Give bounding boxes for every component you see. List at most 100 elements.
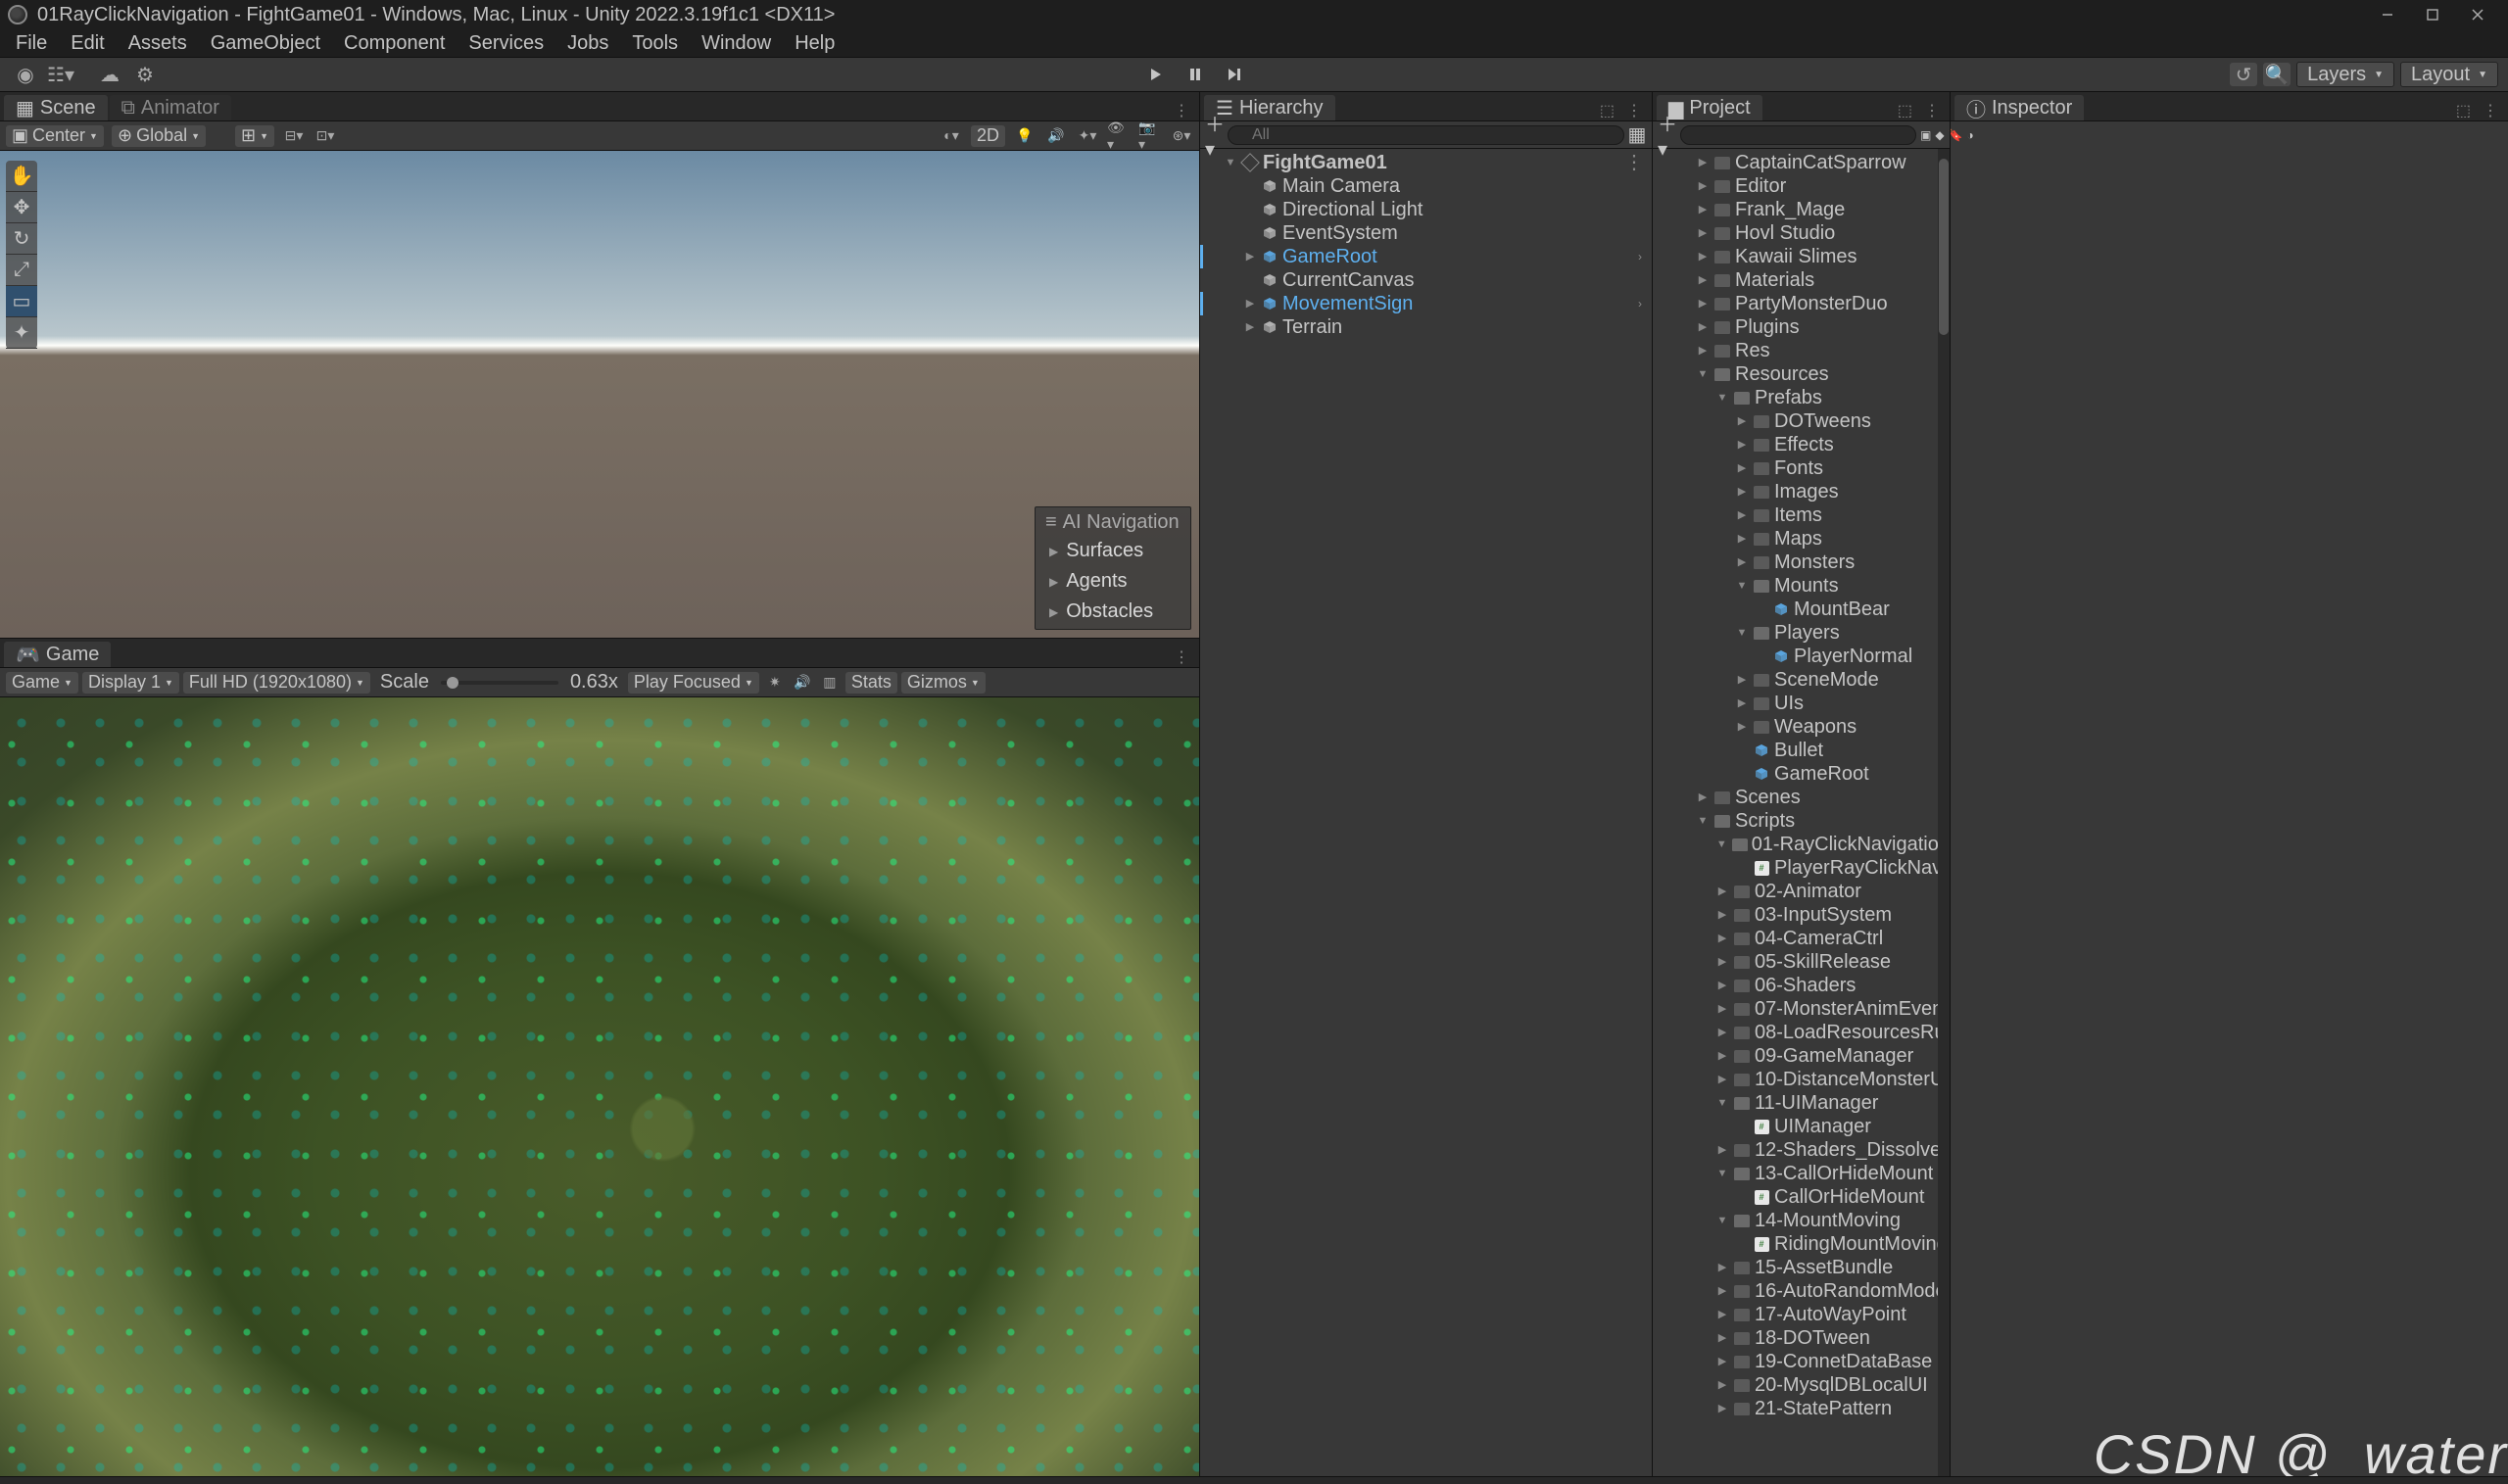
drag-handle-icon[interactable]: ≡ [1045, 511, 1057, 534]
game-viewport[interactable] [0, 697, 1199, 1476]
settings-gear-icon[interactable]: ⚙ [133, 63, 157, 86]
project-item[interactable]: ▶16-AutoRandomMode [1653, 1279, 1950, 1303]
tab-scene[interactable]: ▦Scene [4, 95, 108, 120]
menu-edit[interactable]: Edit [59, 30, 116, 57]
hidden-toggle-icon[interactable]: 👁▾ [1107, 125, 1131, 147]
tool-handle-global[interactable]: ⊕Global▼ [112, 125, 206, 147]
project-item[interactable]: ▶08-LoadResourcesRu [1653, 1021, 1950, 1044]
menu-file[interactable]: File [4, 30, 59, 57]
tab-animator[interactable]: ⧉Animator [110, 95, 231, 120]
caret-icon[interactable]: ▶ [1049, 575, 1058, 589]
transform-tool-icon[interactable]: ✦ [6, 317, 37, 349]
project-item[interactable]: ▶12-Shaders_Dissolve [1653, 1138, 1950, 1162]
aspect-icon[interactable]: ▥ [818, 672, 842, 694]
fx-toggle-icon[interactable]: ✦▾ [1076, 125, 1099, 147]
snap-increment-icon[interactable]: ⊡▾ [314, 125, 337, 147]
project-item[interactable]: ▶Weapons [1653, 715, 1950, 739]
project-item[interactable]: ▼Mounts [1653, 574, 1950, 598]
scene-viewport[interactable]: ✋ ✥ ↻ ⤢ ▭ ✦ ≡AI Navigation ▶Surfaces ▶Ag… [0, 151, 1199, 639]
rect-tool-icon[interactable]: ▭ [6, 286, 37, 317]
2d-toggle[interactable]: 2D [971, 125, 1005, 147]
project-item[interactable]: ▶09-GameManager [1653, 1044, 1950, 1068]
display-dropdown[interactable]: Display 1▼ [82, 672, 179, 694]
hierarchy-search-input[interactable] [1228, 125, 1624, 145]
menu-tools[interactable]: Tools [620, 30, 690, 57]
project-item[interactable]: ▶18-DOTween [1653, 1326, 1950, 1350]
project-item[interactable]: ▶17-AutoWayPoint [1653, 1303, 1950, 1326]
project-item[interactable]: ▶Kawaii Slimes [1653, 245, 1950, 268]
project-item[interactable]: ▶05-SkillRelease [1653, 950, 1950, 974]
project-item[interactable]: ▶Items [1653, 503, 1950, 527]
project-item[interactable]: ▶02-Animator [1653, 880, 1950, 903]
rotate-tool-icon[interactable]: ↻ [6, 223, 37, 255]
tab-game[interactable]: 🎮Game [4, 642, 111, 667]
scene-root[interactable]: ▼FightGame01⋮ [1200, 151, 1652, 174]
project-item[interactable]: ▶Plugins [1653, 315, 1950, 339]
cloud-icon[interactable]: ☁ [98, 63, 121, 86]
layers-dropdown[interactable]: Layers▼ [2296, 62, 2394, 87]
grid-snap-dropdown[interactable]: ⊞▼ [235, 125, 274, 147]
hierarchy-item[interactable]: EventSystem [1200, 221, 1652, 245]
project-tree[interactable]: ▶CaptainCatSparrow▶Editor▶Frank_Mage▶Hov… [1653, 149, 1950, 1476]
play-button[interactable] [1144, 63, 1168, 86]
camera-toggle-icon[interactable]: 📷▾ [1138, 125, 1162, 147]
project-item[interactable]: ▶Monsters [1653, 551, 1950, 574]
draw-mode-icon[interactable]: ◐▾ [940, 125, 963, 147]
menu-component[interactable]: Component [332, 30, 457, 57]
project-item[interactable]: ▶CaptainCatSparrow [1653, 151, 1950, 174]
project-item[interactable]: ▼Scripts [1653, 809, 1950, 833]
audio-toggle-icon[interactable]: 🔊 [1044, 125, 1068, 147]
project-item[interactable]: ▶Materials [1653, 268, 1950, 292]
ai-nav-obstacles[interactable]: Obstacles [1066, 600, 1153, 623]
project-item[interactable]: ▶Fonts [1653, 456, 1950, 480]
project-item[interactable]: #RidingMountMoving [1653, 1232, 1950, 1256]
scale-tool-icon[interactable]: ⤢ [6, 255, 37, 286]
game-view-dropdown[interactable]: Game▼ [6, 672, 78, 694]
account-icon[interactable]: ◉ [14, 63, 37, 86]
project-item[interactable]: ▶Images [1653, 480, 1950, 503]
project-item[interactable]: #CallOrHideMount [1653, 1185, 1950, 1209]
maximize-button[interactable] [2410, 0, 2455, 29]
hierarchy-item[interactable]: Main Camera [1200, 174, 1652, 198]
inspector-options-icon[interactable]: ⋮ [2477, 101, 2504, 120]
project-item[interactable]: #UIManager [1653, 1115, 1950, 1138]
project-item[interactable]: MountBear [1653, 598, 1950, 621]
hierarchy-options-icon[interactable]: ⋮ [1620, 101, 1648, 120]
project-item[interactable]: ▼Resources [1653, 362, 1950, 386]
project-item[interactable]: ▶21-StatePattern [1653, 1397, 1950, 1420]
hierarchy-item[interactable]: ▶Terrain [1200, 315, 1652, 339]
menu-gameobject[interactable]: GameObject [199, 30, 332, 57]
project-item[interactable]: GameRoot [1653, 762, 1950, 786]
search-by-label-icon[interactable]: ◆ [1935, 126, 1944, 144]
project-item[interactable]: ▶04-CameraCtrl [1653, 927, 1950, 950]
project-item[interactable]: ▼Prefabs [1653, 386, 1950, 409]
gizmos-toggle-icon[interactable]: ⊛▾ [1170, 125, 1193, 147]
project-item[interactable]: ▶Editor [1653, 174, 1950, 198]
project-item[interactable]: ▶Effects [1653, 433, 1950, 456]
grid-toggle-icon[interactable]: ⊟▾ [282, 125, 306, 147]
hierarchy-item[interactable]: Directional Light [1200, 198, 1652, 221]
game-panel-options-icon[interactable]: ⋮ [1168, 647, 1195, 667]
project-scrollbar[interactable] [1938, 149, 1950, 1476]
mute-audio-icon[interactable]: 🔊 [791, 672, 814, 694]
project-item[interactable]: ▶15-AssetBundle [1653, 1256, 1950, 1279]
pause-button[interactable] [1183, 63, 1207, 86]
project-item[interactable]: ▼Players [1653, 621, 1950, 645]
menu-assets[interactable]: Assets [117, 30, 199, 57]
tool-handle-center[interactable]: ▣Center▼ [6, 125, 104, 147]
project-item[interactable]: ▶UIs [1653, 692, 1950, 715]
project-item[interactable]: #PlayerRayClickNav [1653, 856, 1950, 880]
vsync-icon[interactable]: ✷ [763, 672, 787, 694]
project-create-plus-icon[interactable]: ＋▾ [1659, 126, 1676, 144]
minimize-button[interactable] [2365, 0, 2410, 29]
project-item[interactable]: ▶20-MysqlDBLocalUI [1653, 1373, 1950, 1397]
ai-nav-surfaces[interactable]: Surfaces [1066, 540, 1143, 562]
menu-help[interactable]: Help [783, 30, 846, 57]
menu-jobs[interactable]: Jobs [555, 30, 620, 57]
undo-history-icon[interactable]: ↺ [2230, 63, 2257, 86]
create-plus-icon[interactable]: ＋▾ [1206, 126, 1224, 144]
lighting-toggle-icon[interactable]: 💡 [1013, 125, 1037, 147]
services-icon[interactable]: ☷▾ [49, 63, 72, 86]
project-item[interactable]: ▶DOTweens [1653, 409, 1950, 433]
move-tool-icon[interactable]: ✥ [6, 192, 37, 223]
